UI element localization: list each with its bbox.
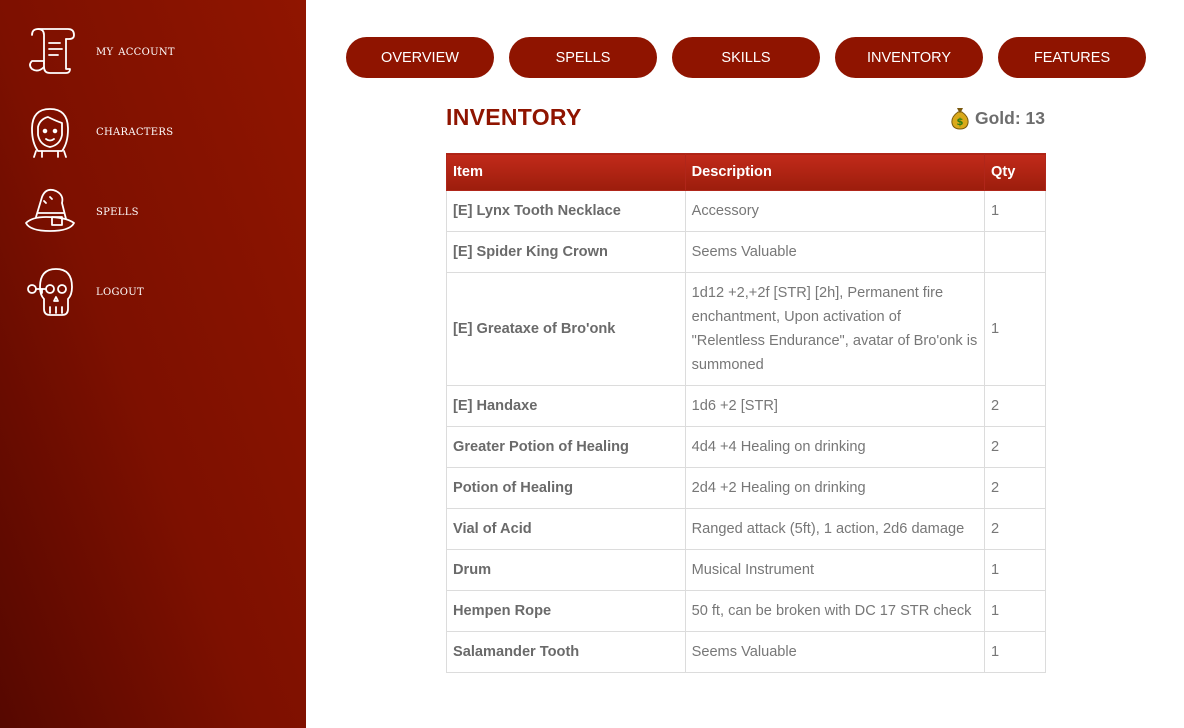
item-name: [E] Lynx Tooth Necklace <box>446 190 686 232</box>
table-row: Vial of Acid Ranged attack (5ft), 1 acti… <box>446 508 1046 550</box>
table-row: Salamander Tooth Seems Valuable 1 <box>446 631 1046 673</box>
table-row: Hempen Rope 50 ft, can be broken with DC… <box>446 590 1046 632</box>
tab-inventory[interactable]: INVENTORY <box>835 37 983 78</box>
item-name: [E] Greataxe of Bro'onk <box>446 272 686 386</box>
inventory-table: Item Description Qty [E] Lynx Tooth Neck… <box>446 153 1046 673</box>
sidebar-item-label: LOGOUT <box>96 283 144 299</box>
gold-amount: Gold: 13 <box>974 107 1045 128</box>
item-name: Salamander Tooth <box>446 631 686 673</box>
sidebar-item-spells[interactable]: SPELLS <box>22 183 282 239</box>
sidebar-item-my-account[interactable]: MY ACCOUNT <box>22 23 282 79</box>
sidebar-item-logout[interactable]: LOGOUT <box>22 263 282 319</box>
sidebar-item-label: MY ACCOUNT <box>96 43 175 59</box>
column-header-item: Item <box>446 153 686 191</box>
tab-skills[interactable]: SKILLS <box>672 37 820 78</box>
tab-bar: OVERVIEW SPELLS SKILLS INVENTORY FEATURE… <box>346 37 1161 78</box>
item-name: Vial of Acid <box>446 508 686 550</box>
item-name: Hempen Rope <box>446 590 686 632</box>
item-qty: 2 <box>984 426 1046 468</box>
item-description: 4d4 +4 Healing on drinking <box>684 426 986 468</box>
item-description: 50 ft, can be broken with DC 17 STR chec… <box>684 590 986 632</box>
item-name: [E] Handaxe <box>446 385 686 427</box>
sidebar: MY ACCOUNT CHARACTERS SPELLS <box>0 0 306 728</box>
item-description: Musical Instrument <box>684 549 986 591</box>
tab-features[interactable]: FEATURES <box>998 37 1146 78</box>
item-description: Seems Valuable <box>684 231 986 273</box>
table-header-row: Item Description Qty <box>446 153 1046 191</box>
sidebar-item-label: SPELLS <box>96 203 139 219</box>
column-header-qty: Qty <box>984 153 1046 191</box>
item-qty: 1 <box>984 190 1046 232</box>
column-header-description: Description <box>684 153 986 191</box>
item-qty: 1 <box>984 631 1046 673</box>
skull-key-icon <box>22 263 78 319</box>
character-face-icon <box>22 103 78 159</box>
scroll-icon <box>22 23 78 79</box>
table-row: Greater Potion of Healing 4d4 +4 Healing… <box>446 426 1046 468</box>
item-qty: 1 <box>984 272 1046 386</box>
tab-overview[interactable]: OVERVIEW <box>346 37 494 78</box>
item-name: Greater Potion of Healing <box>446 426 686 468</box>
table-row: [E] Greataxe of Bro'onk 1d12 +2,+2f [STR… <box>446 272 1046 386</box>
item-qty: 1 <box>984 549 1046 591</box>
table-row: [E] Lynx Tooth Necklace Accessory 1 <box>446 190 1046 232</box>
item-qty: 2 <box>984 508 1046 550</box>
wizard-hat-icon <box>22 183 78 239</box>
tab-spells[interactable]: SPELLS <box>509 37 657 78</box>
table-row: [E] Spider King Crown Seems Valuable <box>446 231 1046 273</box>
gold-counter: $ Gold: 13 <box>949 106 1045 130</box>
item-description: Seems Valuable <box>684 631 986 673</box>
sidebar-item-characters[interactable]: CHARACTERS <box>22 103 282 159</box>
table-row: Drum Musical Instrument 1 <box>446 549 1046 591</box>
item-qty: 2 <box>984 385 1046 427</box>
item-name: Drum <box>446 549 686 591</box>
svg-text:$: $ <box>957 117 964 128</box>
item-qty: 2 <box>984 467 1046 509</box>
item-description: 2d4 +2 Healing on drinking <box>684 467 986 509</box>
item-description: 1d12 +2,+2f [STR] [2h], Permanent fire e… <box>684 272 986 386</box>
money-bag-icon: $ <box>949 106 971 130</box>
table-row: [E] Handaxe 1d6 +2 [STR] 2 <box>446 385 1046 427</box>
item-description: Ranged attack (5ft), 1 action, 2d6 damag… <box>684 508 986 550</box>
table-row: Potion of Healing 2d4 +2 Healing on drin… <box>446 467 1046 509</box>
item-name: Potion of Healing <box>446 467 686 509</box>
item-description: Accessory <box>684 190 986 232</box>
item-qty: 1 <box>984 590 1046 632</box>
item-name: [E] Spider King Crown <box>446 231 686 273</box>
sidebar-item-label: CHARACTERS <box>96 123 174 139</box>
item-description: 1d6 +2 [STR] <box>684 385 986 427</box>
page-title: INVENTORY <box>446 104 582 130</box>
item-qty <box>984 231 1046 273</box>
